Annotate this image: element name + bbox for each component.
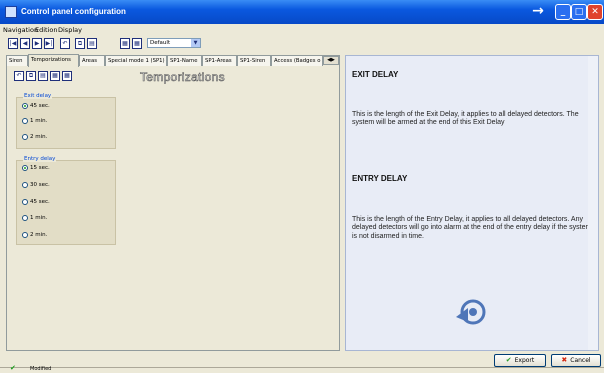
entry-delay-group: Entry delay 15 sec. 30 sec. 45 sec. 1 mi… bbox=[16, 156, 116, 245]
paste-icon[interactable]: ▤ bbox=[87, 38, 97, 49]
arrow-right-icon[interactable]: → bbox=[530, 4, 546, 20]
tab-areas[interactable]: Areas bbox=[79, 55, 105, 66]
exit-delay-title: Exit delay bbox=[23, 93, 53, 99]
tab-sp1-name[interactable]: SP1-Name bbox=[167, 55, 202, 66]
check-icon: ✔ bbox=[10, 364, 16, 372]
radio-icon[interactable] bbox=[22, 117, 28, 124]
app-icon bbox=[5, 6, 17, 18]
chevron-down-icon[interactable]: ▼ bbox=[191, 39, 200, 47]
help-scrollbar[interactable] bbox=[588, 56, 598, 350]
exit-delay-option[interactable]: 45 sec. bbox=[22, 102, 50, 111]
export-button[interactable]: ✔ Export bbox=[494, 354, 546, 367]
status-bar bbox=[0, 367, 604, 373]
exit-delay-group: Exit delay 45 sec. 1 min. 2 min. bbox=[16, 93, 116, 149]
exit-delay-help-title: EXIT DELAY bbox=[352, 70, 399, 79]
entry-delay-option[interactable]: 2 min. bbox=[22, 231, 47, 240]
radio-selected-icon[interactable] bbox=[22, 102, 28, 109]
paste-icon[interactable]: ▤ bbox=[38, 71, 48, 81]
entry-delay-option[interactable]: 15 sec. bbox=[22, 164, 50, 173]
copy-icon[interactable]: ⧉ bbox=[75, 38, 85, 49]
entry-delay-option[interactable]: 45 sec. bbox=[22, 198, 50, 207]
profile-select-value: Default bbox=[150, 40, 171, 46]
first-icon[interactable]: |◀ bbox=[8, 38, 18, 49]
close-button[interactable]: ✕ bbox=[587, 4, 603, 20]
tab-scroll-arrows[interactable]: ◀▶ bbox=[323, 56, 339, 65]
window-title: Control panel configuration bbox=[21, 7, 126, 16]
toolbar: |◀ ◀ ▶ ▶| ↶ ⧉ ▤ ▦ ▦ bbox=[0, 37, 604, 51]
radio-selected-icon[interactable] bbox=[22, 164, 28, 171]
load-profile-icon[interactable]: ▦ bbox=[120, 38, 130, 49]
save-icon[interactable]: ▦ bbox=[62, 71, 72, 81]
brand-logo-icon bbox=[456, 299, 486, 325]
radio-icon[interactable] bbox=[22, 198, 28, 205]
load-icon[interactable]: ▦ bbox=[50, 71, 60, 81]
last-icon[interactable]: ▶| bbox=[44, 38, 54, 49]
menu-display[interactable]: Display bbox=[58, 26, 82, 34]
title-bar: Control panel configuration → _ □ ✕ bbox=[0, 0, 604, 24]
entry-delay-option[interactable]: 1 min. bbox=[22, 214, 47, 223]
tab-temporizations[interactable]: Temporizations bbox=[28, 54, 79, 67]
status-text: Modified bbox=[30, 366, 52, 372]
exit-delay-help-text: This is the length of the Exit Delay, it… bbox=[352, 111, 579, 127]
cancel-button[interactable]: ✖ Cancel bbox=[551, 354, 601, 367]
tab-special-mode-1[interactable]: Special mode 1 (SP1) bbox=[105, 55, 167, 66]
minimize-button[interactable]: _ bbox=[555, 4, 571, 20]
entry-delay-title: Entry delay bbox=[23, 156, 57, 162]
tab-siren[interactable]: Siren bbox=[6, 55, 28, 66]
page-title: Temporizations bbox=[140, 70, 225, 85]
profile-select[interactable]: Default ▼ bbox=[147, 38, 201, 48]
checkmark-icon: ✔ bbox=[505, 356, 512, 364]
exit-delay-option[interactable]: 1 min. bbox=[22, 117, 47, 126]
save-profile-icon[interactable]: ▦ bbox=[132, 38, 142, 49]
next-icon[interactable]: ▶ bbox=[32, 38, 42, 49]
undo-icon[interactable]: ↶ bbox=[14, 71, 24, 81]
cancel-icon: ✖ bbox=[561, 356, 568, 364]
menu-navigation[interactable]: Navigation bbox=[3, 26, 38, 34]
radio-icon[interactable] bbox=[22, 133, 28, 140]
radio-icon[interactable] bbox=[22, 181, 28, 188]
entry-delay-help-text: This is the length of the Entry Delay, i… bbox=[352, 216, 592, 240]
previous-icon[interactable]: ◀ bbox=[20, 38, 30, 49]
maximize-button[interactable]: □ bbox=[571, 4, 587, 20]
tab-sp1-areas[interactable]: SP1-Areas bbox=[202, 55, 237, 66]
copy-icon[interactable]: ⧉ bbox=[26, 71, 36, 81]
tab-access-badges[interactable]: Access (Badges o bbox=[271, 55, 323, 66]
tab-sp1-siren[interactable]: SP1-Siren bbox=[237, 55, 271, 66]
menu-edition[interactable]: Edition bbox=[35, 26, 58, 34]
entry-delay-help-title: ENTRY DELAY bbox=[352, 174, 408, 183]
radio-icon[interactable] bbox=[22, 214, 28, 221]
help-panel: EXIT DELAY This is the length of the Exi… bbox=[345, 55, 599, 351]
menu-bar: Navigation Edition Display bbox=[0, 24, 604, 36]
radio-icon[interactable] bbox=[22, 231, 28, 238]
undo-icon[interactable]: ↶ bbox=[60, 38, 70, 49]
entry-delay-option[interactable]: 30 sec. bbox=[22, 181, 50, 190]
exit-delay-option[interactable]: 2 min. bbox=[22, 133, 47, 142]
